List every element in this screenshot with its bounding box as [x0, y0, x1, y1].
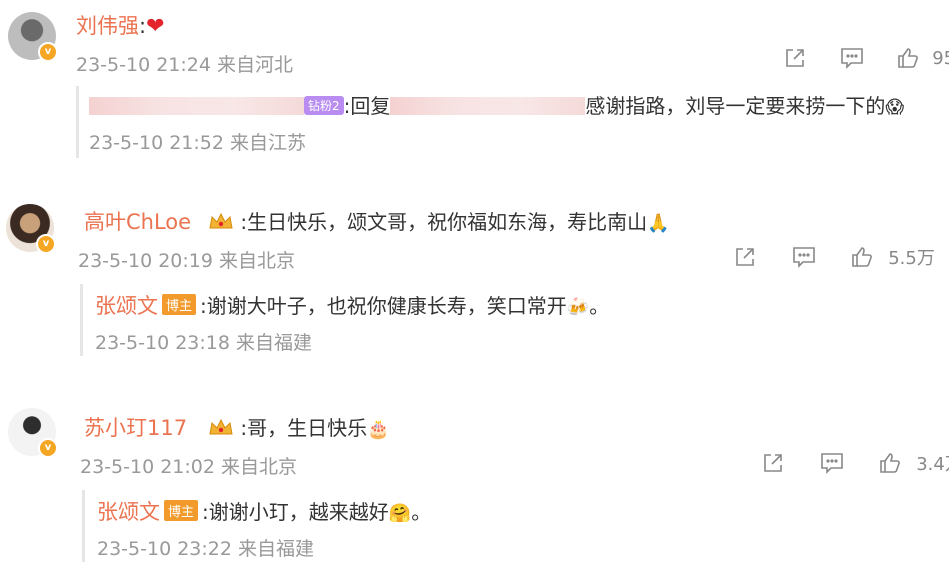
redacted-reply-target	[390, 97, 586, 115]
like-icon	[898, 48, 919, 68]
heart-icon: ❤	[146, 14, 165, 39]
comment-username[interactable]: 刘伟强:❤	[76, 10, 165, 40]
reply-location: 来自福建	[238, 538, 315, 560]
reply-content: 张颂文 博主:谢谢小玎，越来越好🤗。	[97, 496, 431, 526]
reply-block: 张颂文 博主:谢谢小玎，越来越好🤗。 23-5-10 23:22 来自福建	[82, 490, 949, 562]
verified-icon: v	[36, 234, 56, 254]
share-icon	[764, 454, 782, 472]
avatar[interactable]: v	[8, 12, 58, 62]
comment-content: :生日快乐，颂文哥，祝你福如东海，寿比南山🙏	[208, 206, 670, 235]
avatar[interactable]: v	[6, 204, 56, 254]
reply-username[interactable]: 张颂文	[97, 500, 160, 524]
reply-time: 23-5-10 21:52	[89, 132, 224, 154]
reply-suffix: 。	[589, 294, 610, 318]
username-text[interactable]: 苏小玎117	[84, 416, 187, 440]
reply-text: :谢谢小玎，越来越好	[202, 500, 389, 524]
author-badge: 博主	[162, 294, 197, 315]
pray-emoji-icon: 🙏	[647, 213, 670, 234]
like-count: 5.5万	[888, 248, 935, 269]
comment-actions: 3.4万	[761, 450, 949, 476]
cheers-emoji-icon: 🍻	[566, 297, 590, 318]
reply-block: 张颂文 博主:谢谢大叶子，也祝你健康长寿，笑口常开🍻。 23-5-10 23:18…	[80, 284, 949, 356]
cake-emoji-icon: 🎂	[367, 419, 390, 440]
share-button[interactable]	[783, 46, 807, 70]
comment-meta: 23-5-10 20:19 来自北京	[78, 246, 295, 273]
hug-emoji-icon: 🤗	[388, 503, 412, 524]
reply-prefix: :回复	[343, 94, 391, 118]
comment-content: :哥，生日快乐🎂	[208, 412, 390, 441]
username-text[interactable]: 刘伟强	[76, 14, 139, 38]
comment-item: v 苏小玎117 :哥，生日快乐🎂 23-5-10 21:02 来自北京 3.4…	[0, 400, 949, 568]
like-icon	[852, 247, 873, 267]
comment-location: 来自北京	[221, 456, 298, 478]
reply-content: 钻粉2:回复 感谢指路，刘导一定要来捞一下的😱	[89, 90, 904, 119]
comment-button[interactable]	[839, 46, 865, 70]
comment-time: 23-5-10 21:24	[76, 54, 211, 76]
reply-time: 23-5-10 23:18	[95, 332, 230, 354]
redacted-username	[89, 97, 304, 115]
comment-text: :生日快乐，颂文哥，祝你福如东海，寿比南山	[240, 210, 648, 234]
reply-meta: 23-5-10 23:18 来自福建	[95, 328, 312, 355]
reply-suffix: 。	[411, 500, 432, 524]
like-count: 3.4万	[916, 454, 949, 475]
scream-emoji-icon: 😱	[885, 97, 905, 118]
reply-location: 来自福建	[236, 332, 313, 354]
reply-username[interactable]: 张颂文	[95, 294, 158, 318]
comment-meta: 23-5-10 21:02 来自北京	[80, 452, 297, 479]
reply-block: 钻粉2:回复 感谢指路，刘导一定要来捞一下的😱 23-5-10 21:52 来自江…	[76, 86, 949, 158]
verified-icon: v	[38, 438, 58, 458]
crown-icon	[209, 212, 233, 229]
verified-icon: v	[38, 42, 58, 62]
like-count: 951	[932, 47, 949, 69]
comment-location: 来自河北	[217, 54, 294, 76]
reply-time: 23-5-10 23:22	[97, 538, 232, 560]
like-icon	[880, 453, 901, 473]
comment-icon	[820, 453, 843, 474]
like-button[interactable]	[850, 245, 874, 269]
comment-time: 23-5-10 20:19	[78, 250, 213, 272]
reply-content: 张颂文 博主:谢谢大叶子，也祝你健康长寿，笑口常开🍻。	[95, 290, 609, 320]
comment-actions: 951	[783, 46, 949, 70]
reply-location: 来自江苏	[230, 132, 307, 154]
reply-text: 感谢指路，刘导一定要来捞一下的	[585, 94, 886, 118]
like-button[interactable]	[896, 46, 920, 70]
fan-badge: 钻粉2	[304, 96, 344, 115]
comment-username[interactable]: 高叶ChLoe	[84, 206, 191, 236]
comment-icon	[840, 48, 863, 69]
share-button[interactable]	[761, 451, 785, 475]
comment-button[interactable]	[819, 451, 845, 475]
reply-text: :谢谢大叶子，也祝你健康长寿，笑口常开	[200, 294, 567, 318]
author-badge: 博主	[164, 500, 199, 521]
comment-button[interactable]	[791, 245, 817, 269]
comment-username[interactable]: 苏小玎117	[84, 412, 187, 442]
like-button[interactable]	[878, 451, 902, 475]
share-icon	[786, 49, 804, 67]
comment-icon	[792, 247, 815, 268]
comment-meta: 23-5-10 21:24 来自河北	[76, 50, 293, 77]
comment-actions: 5.5万	[733, 244, 935, 270]
comment-item: v 高叶ChLoe :生日快乐，颂文哥，祝你福如东海，寿比南山🙏 23-5-10…	[0, 196, 949, 366]
comment-text: :哥，生日快乐	[240, 416, 368, 440]
username-text[interactable]: 高叶ChLoe	[84, 210, 191, 234]
avatar[interactable]: v	[8, 408, 58, 458]
reply-meta: 23-5-10 21:52 来自江苏	[89, 128, 306, 155]
comment-location: 来自北京	[219, 250, 296, 272]
comment-time: 23-5-10 21:02	[80, 456, 215, 478]
comment-item: v 刘伟强:❤ 23-5-10 21:24 来自河北 951 钻粉2:回复 感谢指…	[0, 0, 949, 170]
crown-icon	[209, 418, 233, 435]
share-icon	[736, 248, 754, 266]
share-button[interactable]	[733, 245, 757, 269]
reply-meta: 23-5-10 23:22 来自福建	[97, 534, 314, 561]
